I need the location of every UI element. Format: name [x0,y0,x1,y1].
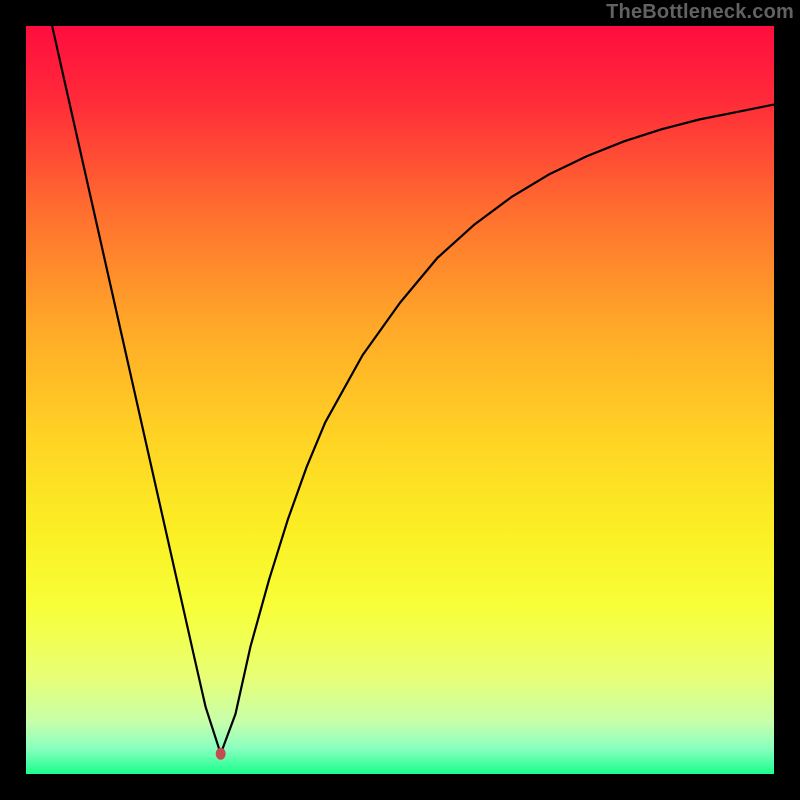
watermark-text: TheBottleneck.com [606,1,794,24]
chart-background [26,26,774,774]
optimal-marker [216,748,226,760]
bottleneck-chart [26,26,774,774]
chart-container: TheBottleneck.com [0,0,800,800]
